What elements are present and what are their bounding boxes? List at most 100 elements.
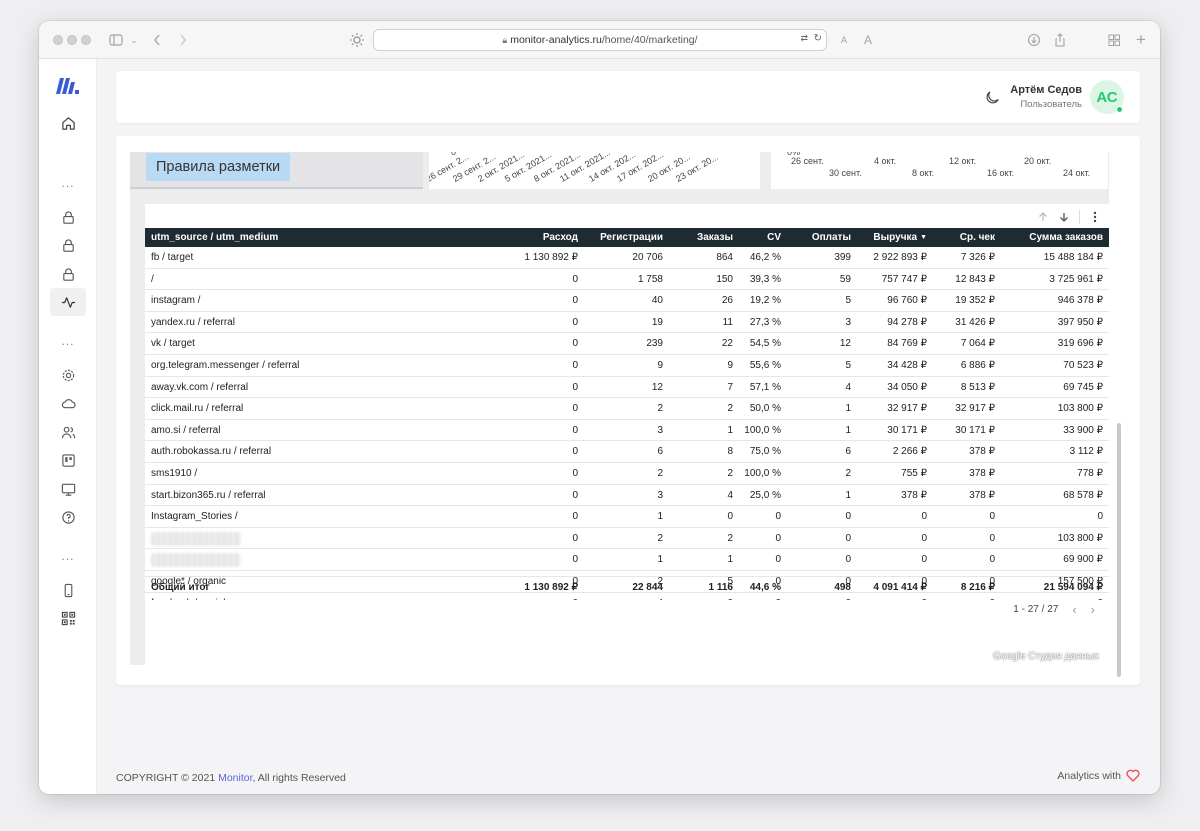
sidebar-item-help[interactable]: [50, 503, 86, 531]
sidebar-item-settings[interactable]: [50, 361, 86, 389]
row-value-cell: 84 769 ₽: [887, 338, 927, 350]
row-value-cell: 0: [921, 511, 927, 523]
rules-label[interactable]: Правила разметки: [146, 153, 291, 181]
minimize-window-button[interactable]: [67, 35, 77, 45]
row-value-cell: 4: [845, 381, 851, 393]
back-icon[interactable]: [153, 31, 165, 49]
sidebar-item-users[interactable]: [50, 418, 86, 446]
tabs-overview-icon[interactable]: [1107, 31, 1123, 49]
sidebar-item-marketing[interactable]: [50, 288, 86, 316]
activity-icon: [61, 296, 75, 308]
chart-x-tick: 8 окт.: [912, 168, 935, 178]
text-smaller-button[interactable]: A: [839, 31, 849, 49]
sidebar-item-home[interactable]: [50, 109, 86, 137]
row-source-cell: fb / target: [151, 252, 194, 263]
row-value-cell: 0: [572, 511, 578, 523]
brightness-icon[interactable]: [349, 31, 365, 49]
cloud-icon: [61, 398, 76, 408]
row-value-cell: 2: [727, 467, 733, 479]
theme-toggle-moon-icon[interactable]: [985, 89, 1001, 105]
table-row[interactable]: l 0 1 1 0 0 0 0 69 900 ₽: [145, 549, 1109, 571]
column-header[interactable]: Ср. чек: [927, 228, 995, 247]
table-row[interactable]: amo.si / referral 0 3 1 100,0 % 1 30 171 ₽ 30 1…: [145, 420, 1109, 442]
table-row[interactable]: instagram / 0 40 26 19,2 % 5 96 760 ₽ 19 352 ₽ 9…: [145, 290, 1109, 312]
pagination-range: 1 - 27 / 27: [1013, 604, 1059, 615]
table-row[interactable]: start.bizon365.ru / referral 0 3 4 25,0 % 1 37…: [145, 485, 1109, 507]
table-row[interactable]: sms1910 / 0 2 2 100,0 % 2 755 ₽ 378 ₽ 778 ₽: [145, 463, 1109, 485]
column-header[interactable]: Сумма заказов: [995, 228, 1103, 247]
url-text: 🔒︎ monitor-analytics.ru/home/40/marketing…: [374, 34, 826, 46]
sidebar-item-board[interactable]: [50, 446, 86, 474]
sidebar-item-monitor[interactable]: [50, 475, 86, 503]
row-value-cell: 100,0 %: [744, 424, 781, 436]
data-studio-watermark[interactable]: Google Студия данных: [993, 651, 1099, 662]
table-row[interactable]: click.mail.ru / referral 0 2 2 50,0 % 1 32 917…: [145, 398, 1109, 420]
column-header[interactable]: CV: [733, 228, 781, 247]
sort-ascending-icon[interactable]: [1037, 211, 1049, 223]
sidebar-item-locked-1[interactable]: [50, 203, 86, 231]
table-row[interactable]: 0 2 2 0 0 0 0 103 800 ₽: [145, 528, 1109, 550]
row-value-cell: 0: [572, 532, 578, 544]
reload-icon[interactable]: ↻: [814, 33, 822, 44]
column-header[interactable]: Оплаты: [781, 228, 851, 247]
table-row[interactable]: / 0 1 758 150 39,3 % 59 757 747 ₽ 12 843 ₽ 3 725…: [145, 269, 1109, 291]
maximize-window-button[interactable]: [81, 35, 91, 45]
monitor-icon: [61, 483, 75, 496]
chevron-down-icon[interactable]: ⌄: [129, 31, 139, 49]
translate-icon[interactable]: ⇄: [800, 33, 808, 44]
row-source-cell: l: [151, 549, 481, 570]
new-tab-icon[interactable]: +: [1133, 31, 1149, 49]
sidebar-item-locked-2[interactable]: [50, 231, 86, 259]
column-header[interactable]: Заказы: [663, 228, 733, 247]
table-row[interactable]: yandex.ru / referral 0 19 11 27,3 % 3 94 278 ₽…: [145, 312, 1109, 334]
brand-link[interactable]: Monitor: [218, 772, 252, 784]
row-value-cell: 70 523 ₽: [1063, 359, 1103, 371]
table-row[interactable]: vk / target 0 239 22 54,5 % 12 84 769 ₽ 7 064 ₽…: [145, 333, 1109, 355]
redacted-blur: [151, 553, 241, 568]
column-header[interactable]: Выручка ▼: [851, 228, 927, 247]
next-page-icon[interactable]: ›: [1091, 602, 1095, 617]
row-value-cell: 0: [775, 511, 781, 523]
column-header[interactable]: utm_source / utm_medium: [151, 228, 481, 247]
row-value-cell: 1: [727, 554, 733, 566]
column-header[interactable]: Регистрации: [578, 228, 663, 247]
table-row[interactable]: Instagram_Stories / 0 1 0 0 0 0 0 0: [145, 506, 1109, 528]
close-window-button[interactable]: [53, 35, 63, 45]
text-larger-button[interactable]: A: [862, 31, 874, 49]
sidebar-item-mobile[interactable]: [50, 576, 86, 604]
row-value-cell: 9: [727, 359, 733, 371]
sort-descending-icon[interactable]: [1058, 211, 1070, 223]
row-value-cell: 3 112 ₽: [1069, 446, 1103, 458]
chart-x-tick: 20 окт.: [1024, 156, 1052, 166]
report-scrollbar[interactable]: [1117, 423, 1121, 677]
table-row[interactable]: org.telegram.messenger / referral 0 9 9 55,6…: [145, 355, 1109, 377]
row-value-cell: 0: [845, 554, 851, 566]
row-value-cell: 0: [1097, 511, 1103, 523]
row-value-cell: 378 ₽: [901, 489, 927, 501]
column-header[interactable]: Расход: [481, 228, 578, 247]
download-icon[interactable]: [1027, 31, 1043, 49]
share-icon[interactable]: [1053, 31, 1069, 49]
address-bar[interactable]: 🔒︎ monitor-analytics.ru/home/40/marketing…: [373, 29, 827, 51]
table-row[interactable]: auth.robokassa.ru / referral 0 6 8 75,0 % 6 2 …: [145, 441, 1109, 463]
sidebar-item-cloud[interactable]: [50, 389, 86, 417]
row-value-cell: 7 326 ₽: [960, 252, 995, 263]
row-value-cell: 32 917 ₽: [955, 403, 995, 415]
prev-page-icon[interactable]: ‹: [1072, 602, 1076, 617]
sidebar-toggle-icon[interactable]: [109, 31, 125, 49]
row-value-cell: 31 426 ₽: [955, 316, 995, 328]
sidebar-item-locked-3[interactable]: [50, 260, 86, 288]
row-value-cell: 378 ₽: [969, 467, 995, 479]
row-source-cell: vk / target: [151, 338, 195, 350]
row-value-cell: 1: [845, 489, 851, 501]
table-row[interactable]: away.vk.com / referral 0 12 7 57,1 % 4 34 050 …: [145, 377, 1109, 399]
sidebar-item-qr[interactable]: [50, 604, 86, 632]
table-row[interactable]: fb / target 1 130 892 ₽ 20 706 864 46,2 % 399…: [145, 247, 1109, 269]
rules-panel: Правила разметки: [130, 152, 423, 189]
total-cell: 1 116: [708, 582, 733, 593]
more-options-icon[interactable]: [1089, 211, 1101, 223]
monitor-logo[interactable]: [55, 75, 81, 97]
forward-icon[interactable]: [179, 31, 191, 49]
user-name[interactable]: Артём Седов: [1010, 84, 1082, 96]
avatar[interactable]: АС: [1090, 80, 1124, 114]
